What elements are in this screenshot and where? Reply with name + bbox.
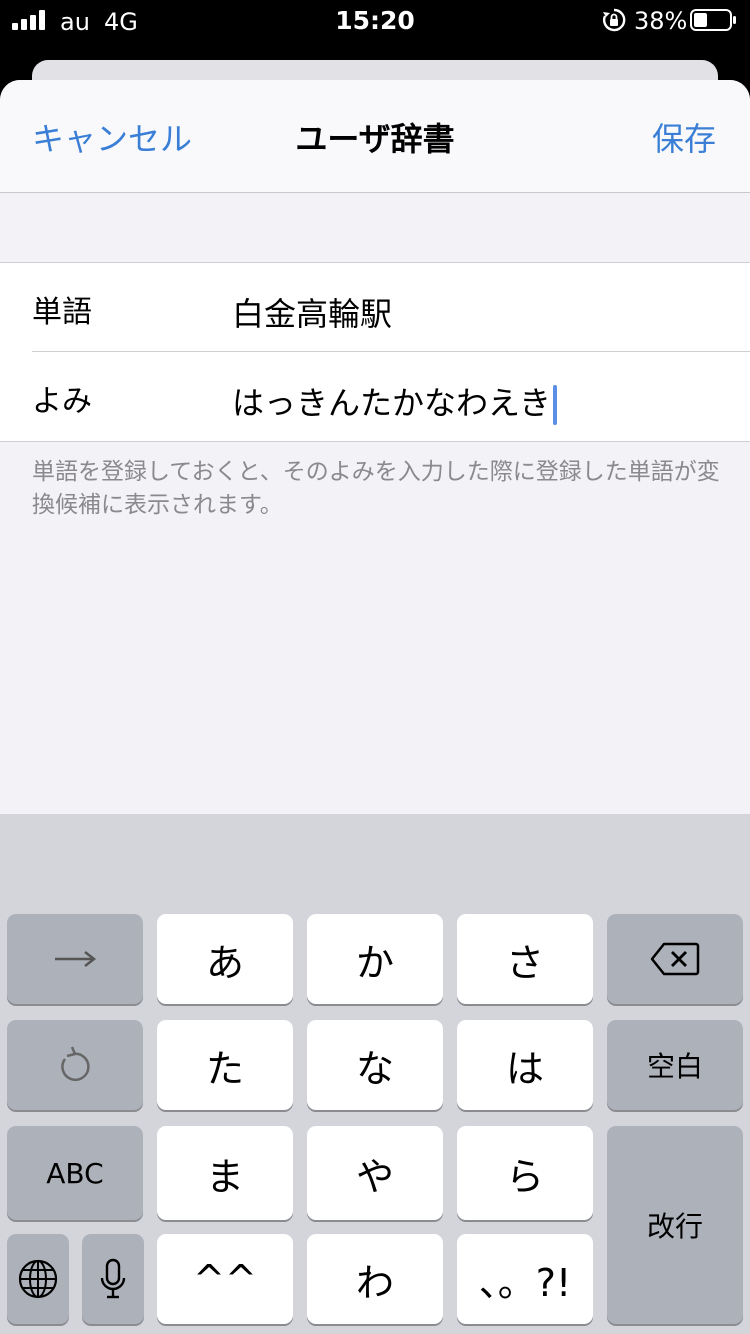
undo-icon [61,1046,90,1081]
reading-input-text: はっきんたかなわえき [232,384,552,422]
rotation-lock-icon [603,8,626,32]
key-a[interactable]: あ [157,914,293,1004]
arrow-right-icon [55,951,97,967]
battery-icon [690,9,736,31]
key-punctuation[interactable]: 、。?! [457,1234,593,1324]
word-input[interactable]: 白金高輪駅 [232,289,392,335]
key-ya[interactable]: や [307,1126,443,1220]
space-key[interactable]: 空白 [607,1020,743,1110]
space-key-label: 空白 [646,1050,703,1083]
reading-label: よみ [32,384,92,419]
key-sa[interactable]: さ [457,914,593,1004]
word-row[interactable]: 単語 白金高輪駅 [0,263,750,352]
reading-input[interactable]: はっきんたかなわえき [232,378,558,425]
user-dictionary-sheet: キャンセル ユーザ辞書 保存 単語 白金高輪駅 よみ はっきんたかなわえき 単語… [0,80,750,814]
next-key[interactable] [7,914,143,1004]
microphone-icon [100,1258,126,1299]
key-ha[interactable]: は [457,1020,593,1110]
abc-key-label: ABC [46,1156,104,1190]
battery-percent: 38% [634,7,688,35]
status-bar: au 4G 15:20 38% [0,0,750,42]
return-key[interactable]: 改行 [607,1126,743,1324]
kana-keyboard: あ か さ た な は 空白 ABC ま や ら 改行 ^^ わ 、。?! [0,814,750,1334]
word-label: 単語 [32,295,92,330]
abc-key[interactable]: ABC [7,1126,143,1220]
undo-key[interactable] [7,1020,143,1110]
navigation-bar: キャンセル ユーザ辞書 保存 [0,80,750,193]
key-ra[interactable]: ら [457,1126,593,1220]
microphone-key[interactable] [82,1234,144,1324]
key-wa[interactable]: わ [307,1234,443,1324]
save-button[interactable]: 保存 [652,114,716,160]
text-cursor [553,385,558,425]
delete-key[interactable] [607,914,743,1004]
key-ma[interactable]: ま [157,1126,293,1220]
delete-backspace-icon [650,942,700,976]
key-na[interactable]: な [307,1020,443,1110]
globe-key[interactable] [7,1234,69,1324]
globe-icon [18,1259,58,1299]
key-kaomoji[interactable]: ^^ [157,1234,293,1324]
return-key-label: 改行 [646,1210,703,1243]
word-form: 単語 白金高輪駅 よみ はっきんたかなわえき [0,262,750,442]
key-ta[interactable]: た [157,1020,293,1110]
page-title: ユーザ辞書 [295,120,455,158]
reading-row[interactable]: よみ はっきんたかなわえき [0,352,750,440]
key-ka[interactable]: か [307,914,443,1004]
footnote-text: 単語を登録しておくと、そのよみを入力した際に登録した単語が変換候補に表示されます… [32,459,720,518]
